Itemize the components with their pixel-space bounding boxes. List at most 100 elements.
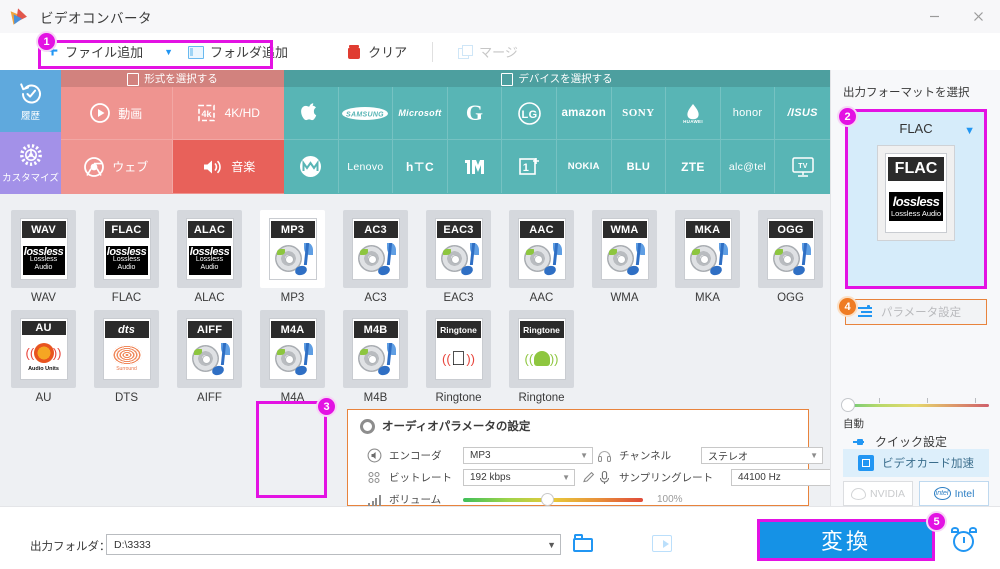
format-cell-mp3[interactable]: MP3 MP3 [251,208,334,311]
device-tile-blu[interactable]: BLU [612,140,667,193]
format-cell-m4a[interactable]: M4A M4A [251,308,334,411]
merge-button[interactable]: マージ [449,33,527,70]
format-thumb: Ringtone (( )) [509,310,574,388]
open-output-button[interactable] [652,533,674,555]
output-folder-input[interactable]: D:\3333 ▼ [106,534,561,555]
format-cell-m4b[interactable]: M4B M4B [334,308,417,411]
parameter-settings-button[interactable]: パラメータ設定 [845,299,987,325]
format-tile-music[interactable]: 音楽 [172,140,284,193]
format-thumb: M4B [343,310,408,388]
speed-slider[interactable] [841,398,989,412]
format-tag: Ringtone [436,321,481,338]
app-window: ビデオコンバータ + ファイル追加 ▼ フォルダ追加 クリア マージ 1 履歴 … [0,0,1000,569]
device-tile-asus[interactable]: /ISUS [775,87,830,140]
format-tile-video[interactable]: 動画 [61,87,173,140]
device-tile-sony[interactable]: SONY [611,87,667,140]
add-file-dropdown[interactable]: ▼ [152,33,179,70]
format-cell-wma[interactable]: WMA WMA [583,208,666,311]
format-tag: AIFF [187,321,232,338]
device-tile-motorola[interactable] [284,140,339,193]
format-cell-alac[interactable]: ALAC lossless Lossless Audio ALAC [168,208,251,311]
volume-label: ボリューム [389,494,442,506]
chevron-down-icon[interactable]: ▼ [547,540,556,550]
format-cell-wav[interactable]: WAV lossless Lossless Audio WAV [2,208,85,311]
chrome-icon [84,156,105,177]
device-tile-oneplus[interactable]: 1 [502,140,557,193]
gpu-intel-button[interactable]: intel Intel [919,481,989,506]
device-tile-google[interactable]: G [447,87,503,140]
format-file-icon: WAV lossless Lossless Audio [19,218,68,280]
device-tile-apple[interactable] [284,87,339,140]
volume-slider[interactable] [463,492,643,506]
gpu-acceleration-button[interactable]: ビデオカード加速 [843,449,989,477]
audio-parameters-panel: オーディオパラメータの設定 エンコーダ MP3 ▼ ビットレート 192 kbp… [347,409,853,506]
format-tag: ALAC [187,221,232,238]
format-cell-ringtone-ios[interactable]: Ringtone ((  )) Ringtone [417,308,500,411]
speed-slider-knob[interactable] [841,398,855,412]
alarm-clock-icon[interactable] [950,527,978,555]
device-tile-lg[interactable]: LG [502,87,557,140]
format-art-au: (( )) Audio Units [22,335,66,379]
minimize-button[interactable] [912,0,956,33]
callout-badge-5: 5 [926,511,947,532]
format-tile-music-label: 音楽 [231,160,256,174]
quick-setting-link[interactable]: クイック設定 [853,433,947,450]
device-tile-microsoft[interactable]: Microsoft [393,87,448,140]
format-tag: WMA [602,221,647,238]
format-cell-mka[interactable]: MKA MKA [666,208,749,311]
device-tile-zte[interactable]: ZTE [666,140,721,193]
clear-button[interactable]: クリア [339,33,416,70]
add-file-label: ファイル追加 [65,45,144,60]
format-label: Ringtone [435,392,482,404]
svg-text:4k: 4k [201,109,212,119]
format-cell-flac[interactable]: FLAC lossless Lossless Audio FLAC [85,208,168,311]
speed-label: 自動 [843,418,864,430]
bitrate-select[interactable]: 192 kbps ▼ [463,469,575,486]
browse-folder-button[interactable] [573,534,595,554]
device-tile-alcatel[interactable]: alc@tel [721,140,776,193]
format-tag: AU [21,321,66,335]
format-cell-ringtone-android[interactable]: Ringtone (( )) Ringtone [500,308,583,411]
format-cell-ogg[interactable]: OGG OGG [749,208,832,311]
volume-slider-knob[interactable] [541,492,554,506]
format-tag: MKA [685,221,730,238]
add-folder-button[interactable]: フォルダ追加 [179,33,297,70]
format-cell-aiff[interactable]: AIFF AIFF [168,308,251,411]
encoder-select[interactable]: MP3 ▼ [463,447,593,464]
device-tile-xiaomi[interactable] [448,140,503,193]
format-label: MKA [695,292,720,304]
format-tile-web[interactable]: ウェブ [61,140,173,193]
chevron-down-icon[interactable]: ▼ [964,125,975,137]
format-art-cd [686,238,730,279]
android-icon [533,351,550,366]
sidebar-item-history[interactable]: 履歴 [0,70,61,132]
device-tile-htc[interactable]: h⊤C [393,140,448,193]
4k-icon: 4k [197,103,217,123]
close-button[interactable] [956,0,1000,33]
format-tile-4khd[interactable]: 4k 4K/HD [172,87,284,140]
format-cell-ac3[interactable]: AC3 AC3 [334,208,417,311]
chevron-down-icon: ▼ [164,46,174,57]
format-file-icon: AC3 [351,218,400,280]
device-tile-honor[interactable]: honor [720,87,776,140]
format-cell-dts[interactable]: dts Surround DTS [85,308,168,411]
device-tile-samsung[interactable]: SAMSUNG [338,87,394,140]
gpu-nvidia-button[interactable]: NVIDIA [843,481,913,506]
format-cell-aac[interactable]: AAC AAC [500,208,583,311]
format-cell-eac3[interactable]: EAC3 EAC3 [417,208,500,311]
device-tile-huawei[interactable]: HUAWEI [666,87,721,140]
device-tile-lenovo[interactable]: Lenovo [339,140,394,193]
output-format-tag: FLAC [888,157,944,181]
device-tile-amazon[interactable]: amazon [556,87,612,140]
device-tile-nokia[interactable]: NOKIA [557,140,612,193]
format-cell-au[interactable]: AU (( )) Audio Units AU [2,308,85,411]
edit-pencil-icon[interactable] [582,471,595,484]
format-file-icon: OGG [766,218,815,280]
channel-select[interactable]: ステレオ ▼ [701,447,823,464]
convert-button[interactable]: 変換 [757,519,935,561]
output-format-box[interactable]: FLAC ▼ FLAC lossless Lossless Audio [845,109,987,289]
format-file-icon: EAC3 [434,218,483,280]
gear-icon [360,418,375,434]
device-tile-tv[interactable]: TV [775,140,830,193]
sidebar-item-customize[interactable]: カスタマイズ [0,132,61,194]
